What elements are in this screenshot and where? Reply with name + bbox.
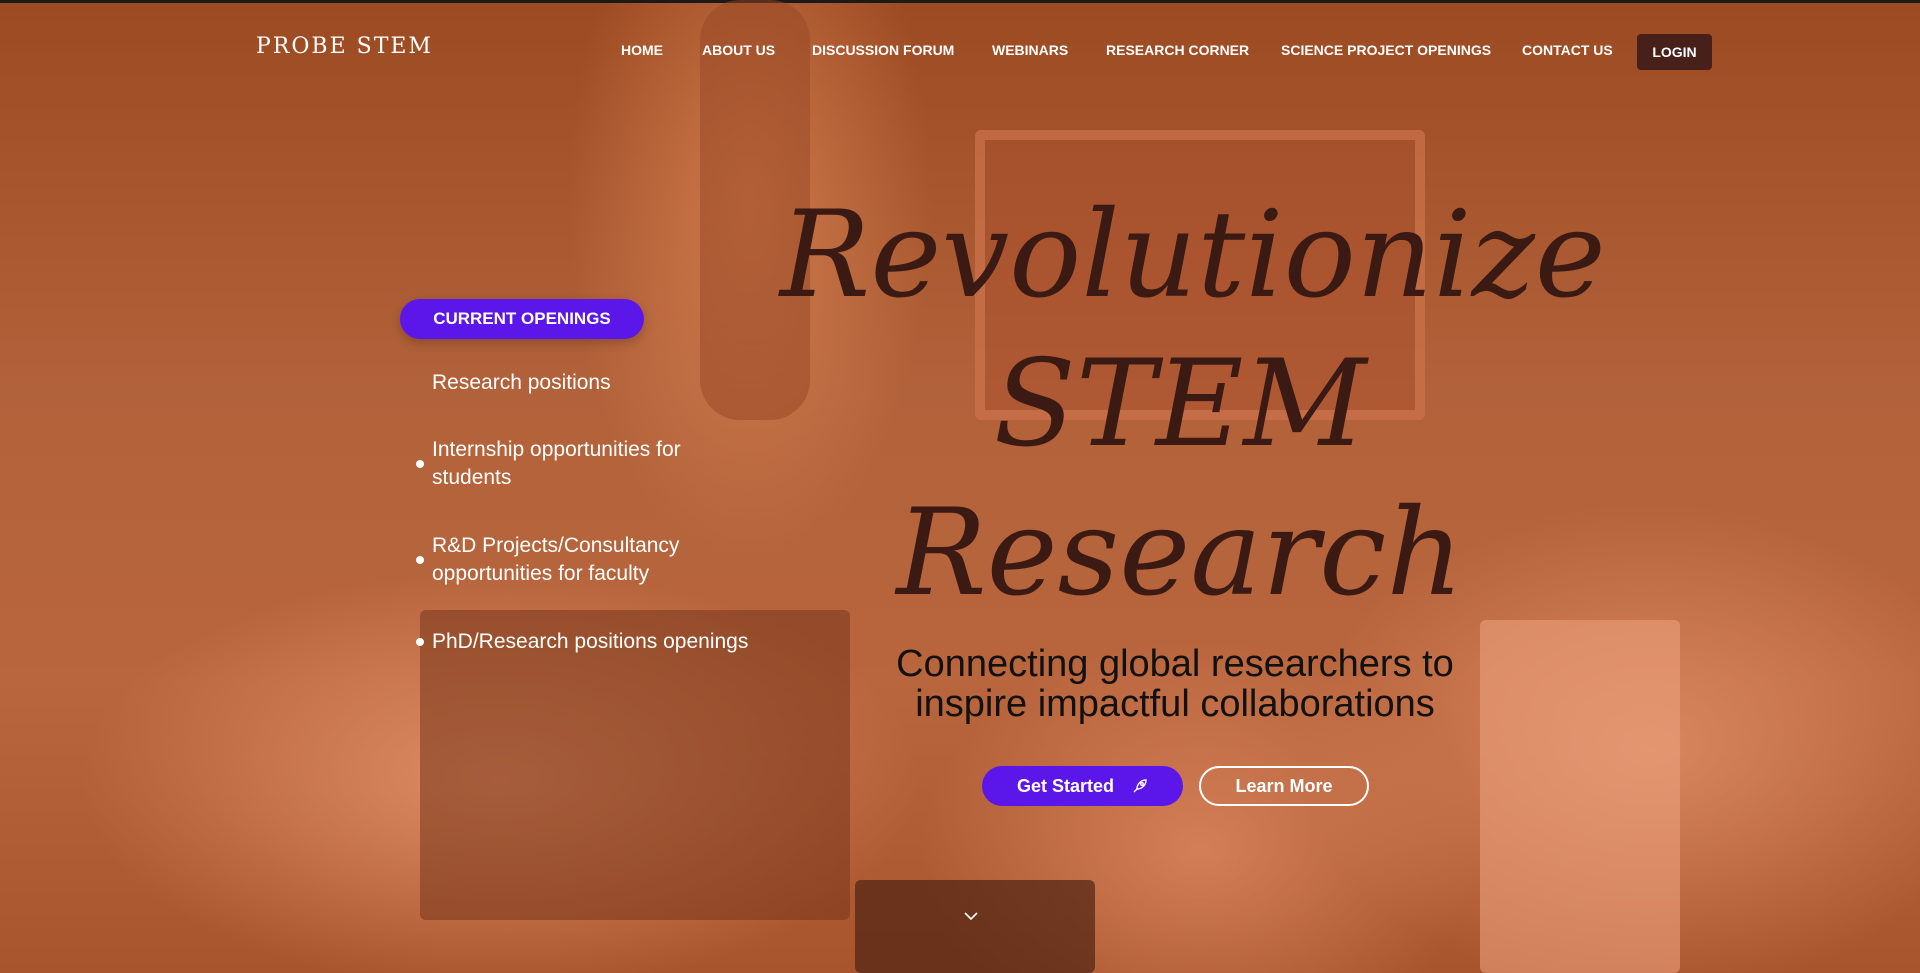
opening-item[interactable]: Internship opportunities for students bbox=[432, 436, 732, 492]
rocket-icon bbox=[1133, 779, 1147, 793]
hero-subtitle: Connecting global researchers to inspire… bbox=[896, 643, 1454, 725]
openings-list-viewport[interactable]: Research positions bbox=[380, 339, 800, 399]
nav-discussion-forum[interactable]: DISCUSSION FORUM bbox=[812, 42, 954, 58]
nav-contact-us[interactable]: CONTACT US bbox=[1522, 42, 1613, 58]
hero-title-line1: Revolutionize bbox=[780, 186, 1606, 325]
chevron-down-icon[interactable] bbox=[963, 908, 979, 924]
opening-item[interactable]: PhD/Research positions openings bbox=[432, 628, 832, 656]
hero-title-line2: STEM bbox=[993, 335, 1367, 474]
current-openings-button[interactable]: CURRENT OPENINGS bbox=[400, 299, 644, 339]
nav-webinars[interactable]: WEBINARS bbox=[992, 42, 1068, 58]
opening-item[interactable]: R&D Projects/Consultancy opportunities f… bbox=[432, 532, 732, 588]
top-border bbox=[0, 0, 1920, 3]
get-started-label: Get Started bbox=[1016, 775, 1115, 796]
nav-research-corner[interactable]: RESEARCH CORNER bbox=[1106, 42, 1249, 58]
background-equipment bbox=[855, 880, 1095, 973]
nav-home[interactable]: HOME bbox=[621, 42, 663, 58]
nav-about-us[interactable]: ABOUT US bbox=[702, 42, 775, 58]
nav-science-project-openings[interactable]: SCIENCE PROJECT OPENINGS bbox=[1281, 42, 1491, 58]
login-button[interactable]: LOGIN bbox=[1637, 34, 1712, 70]
hero-title-line3: Research bbox=[896, 484, 1464, 623]
bullet-icon bbox=[416, 556, 424, 564]
opening-item[interactable]: Research positions bbox=[432, 369, 732, 397]
bullet-icon bbox=[416, 638, 424, 646]
learn-more-button[interactable]: Learn More bbox=[1199, 766, 1369, 806]
background-equipment bbox=[420, 610, 850, 920]
bullet-icon bbox=[416, 460, 424, 468]
get-started-button[interactable]: Get Started bbox=[982, 766, 1183, 806]
logo[interactable]: PROBE STEM bbox=[256, 34, 433, 59]
